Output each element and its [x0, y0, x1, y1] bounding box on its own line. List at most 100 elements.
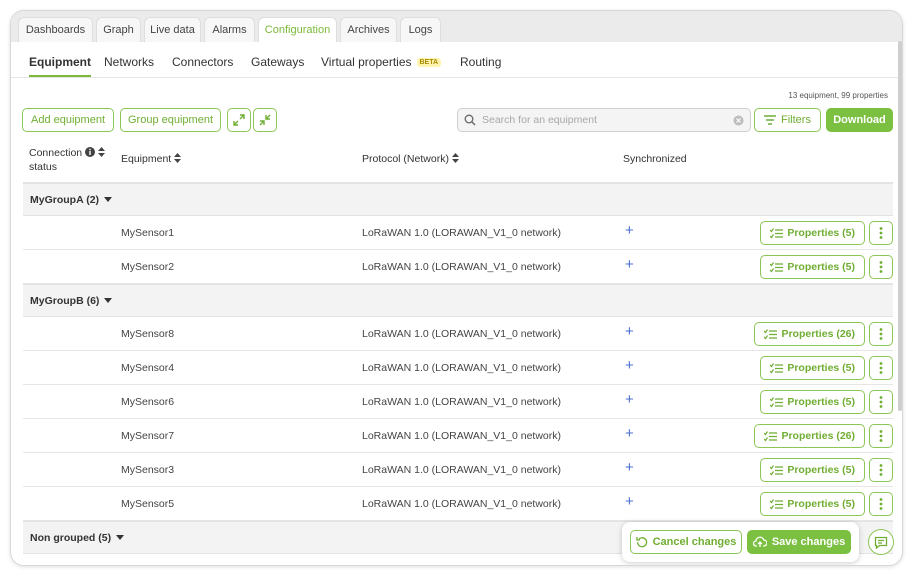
- row-menu-button[interactable]: [869, 424, 893, 448]
- list-icon: [764, 328, 778, 339]
- row-menu-button[interactable]: [869, 221, 893, 245]
- properties-label: Properties (5): [787, 464, 855, 476]
- equipment-name[interactable]: MySensor8: [121, 328, 174, 340]
- more-vertical-icon: [879, 328, 883, 340]
- table-header: Connection status Equipment Protocol (Ne…: [23, 139, 893, 183]
- caret-down-icon: [116, 535, 125, 540]
- row-menu-button[interactable]: [869, 356, 893, 380]
- more-vertical-icon: [879, 362, 883, 374]
- sort-icon[interactable]: [174, 153, 182, 163]
- properties-button[interactable]: Properties (5): [760, 255, 865, 279]
- properties-button[interactable]: Properties (5): [760, 356, 865, 380]
- group-header[interactable]: MyGroupA (2): [23, 183, 893, 216]
- sort-icon[interactable]: [97, 147, 105, 157]
- filters-button[interactable]: Filters: [754, 108, 821, 132]
- synchronize-plus-icon[interactable]: +: [625, 426, 634, 441]
- more-vertical-icon: [879, 261, 883, 273]
- equipment-name[interactable]: MySensor3: [121, 464, 174, 476]
- column-connection-status[interactable]: Connection status: [29, 146, 105, 174]
- list-icon: [770, 464, 784, 475]
- equipment-count-summary: 13 equipment, 99 properties: [788, 91, 888, 100]
- protocol-network: LoRaWAN 1.0 (LORAWAN_V1_0 network): [362, 396, 561, 408]
- tab-label: Dashboards: [25, 24, 86, 36]
- tab-label: Logs: [408, 24, 433, 36]
- list-icon: [770, 362, 784, 373]
- equipment-name[interactable]: MySensor4: [121, 362, 174, 374]
- tab-label: Alarms: [212, 24, 247, 36]
- synchronize-plus-icon[interactable]: +: [625, 257, 634, 272]
- configuration-subnav: Equipment Networks Connectors Gateways V…: [11, 42, 902, 78]
- equipment-name[interactable]: MySensor6: [121, 396, 174, 408]
- scrollbar[interactable]: [898, 41, 902, 411]
- save-changes-button[interactable]: Save changes: [747, 530, 851, 554]
- tab-label: Graph: [103, 24, 134, 36]
- properties-label: Properties (26): [781, 430, 855, 442]
- tab-live-data[interactable]: Live data: [144, 17, 201, 42]
- properties-label: Properties (5): [787, 396, 855, 408]
- equipment-name[interactable]: MySensor2: [121, 261, 174, 273]
- row-menu-button[interactable]: [869, 390, 893, 414]
- tab-dashboards[interactable]: Dashboards: [18, 17, 93, 42]
- chat-support-button[interactable]: [868, 529, 894, 555]
- collapse-all-button[interactable]: [253, 108, 277, 132]
- expand-all-button[interactable]: [227, 108, 251, 132]
- synchronize-plus-icon[interactable]: +: [625, 460, 634, 475]
- list-icon: [770, 227, 784, 238]
- synchronize-plus-icon[interactable]: +: [625, 223, 634, 238]
- properties-button[interactable]: Properties (5): [760, 492, 865, 516]
- caret-down-icon: [104, 197, 113, 202]
- table-row: MySensor4 LoRaWAN 1.0 (LORAWAN_V1_0 netw…: [23, 351, 893, 385]
- tab-graph[interactable]: Graph: [96, 17, 141, 42]
- row-menu-button[interactable]: [869, 255, 893, 279]
- info-icon[interactable]: [85, 147, 96, 157]
- list-icon: [764, 430, 778, 441]
- column-protocol[interactable]: Protocol (Network): [362, 153, 459, 165]
- tab-archives[interactable]: Archives: [340, 17, 397, 42]
- protocol-network: LoRaWAN 1.0 (LORAWAN_V1_0 network): [362, 498, 561, 510]
- equipment-name[interactable]: MySensor7: [121, 430, 174, 442]
- tab-alarms[interactable]: Alarms: [204, 17, 255, 42]
- properties-button[interactable]: Properties (26): [754, 424, 865, 448]
- synchronize-plus-icon[interactable]: +: [625, 494, 634, 509]
- column-equipment[interactable]: Equipment: [121, 153, 182, 165]
- equipment-name[interactable]: MySensor5: [121, 498, 174, 510]
- properties-label: Properties (5): [787, 261, 855, 273]
- properties-button[interactable]: Properties (5): [760, 390, 865, 414]
- clear-search-icon[interactable]: [733, 115, 744, 126]
- equipment-search[interactable]: Search for an equipment: [457, 108, 751, 132]
- add-equipment-button[interactable]: Add equipment: [22, 108, 114, 132]
- main-tab-bar: Dashboards Graph Live data Alarms Config…: [11, 11, 902, 42]
- filters-label: Filters: [781, 114, 811, 126]
- synchronize-plus-icon[interactable]: +: [625, 358, 634, 373]
- tab-label: Configuration: [264, 24, 331, 36]
- row-menu-button[interactable]: [869, 322, 893, 346]
- row-menu-button[interactable]: [869, 458, 893, 482]
- synchronize-plus-icon[interactable]: +: [625, 392, 634, 407]
- protocol-network: LoRaWAN 1.0 (LORAWAN_V1_0 network): [362, 430, 561, 442]
- cancel-changes-button[interactable]: Cancel changes: [630, 530, 742, 554]
- equipment-name[interactable]: MySensor1: [121, 227, 174, 239]
- subtab-routing[interactable]: Routing: [460, 55, 501, 69]
- table-row: MySensor5 LoRaWAN 1.0 (LORAWAN_V1_0 netw…: [23, 487, 893, 521]
- subtab-equipment[interactable]: Equipment: [29, 55, 91, 77]
- subtab-virtual-properties[interactable]: Virtual properties BETA: [321, 55, 442, 69]
- tab-configuration[interactable]: Configuration: [258, 17, 337, 42]
- column-label: status: [29, 161, 58, 173]
- subtab-connectors[interactable]: Connectors: [172, 55, 233, 69]
- group-header[interactable]: MyGroupB (6): [23, 284, 893, 317]
- sort-icon[interactable]: [451, 153, 459, 163]
- row-menu-button[interactable]: [869, 492, 893, 516]
- more-vertical-icon: [879, 464, 883, 476]
- tab-label: Archives: [347, 24, 390, 36]
- properties-button[interactable]: Properties (5): [760, 458, 865, 482]
- table-row: MySensor2 LoRaWAN 1.0 (LORAWAN_V1_0 netw…: [23, 250, 893, 284]
- subtab-gateways[interactable]: Gateways: [251, 55, 304, 69]
- tab-logs[interactable]: Logs: [400, 17, 441, 42]
- properties-button[interactable]: Properties (5): [760, 221, 865, 245]
- table-row: MySensor3 LoRaWAN 1.0 (LORAWAN_V1_0 netw…: [23, 453, 893, 487]
- download-button[interactable]: Download: [826, 108, 893, 132]
- group-equipment-button[interactable]: Group equipment: [120, 108, 221, 132]
- subtab-networks[interactable]: Networks: [104, 55, 154, 69]
- properties-button[interactable]: Properties (26): [754, 322, 865, 346]
- synchronize-plus-icon[interactable]: +: [625, 324, 634, 339]
